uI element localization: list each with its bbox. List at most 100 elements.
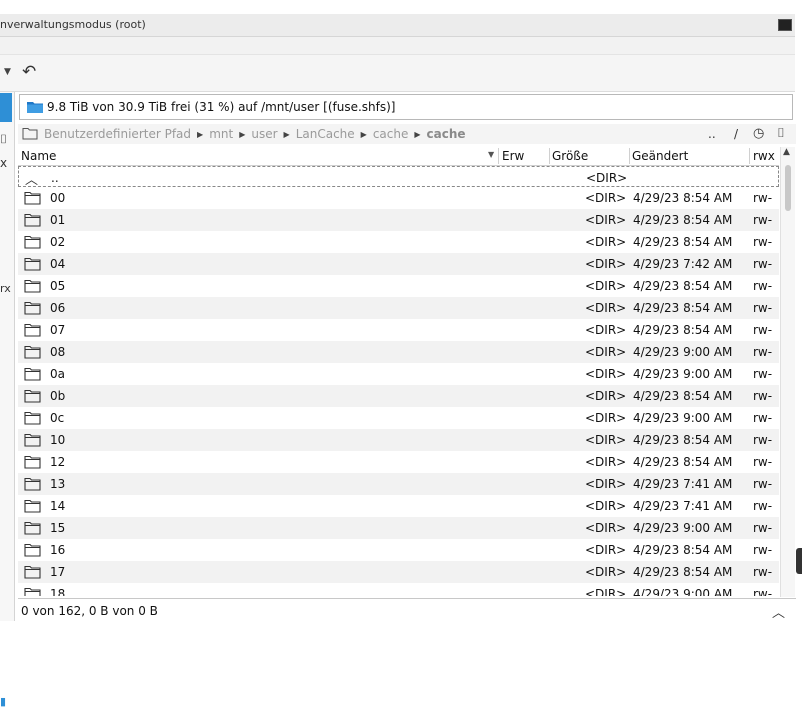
sort-desc-icon: ▼ <box>488 150 495 159</box>
selection-status: 0 von 162, 0 B von 0 B <box>21 604 158 618</box>
file-row[interactable]: 0c <DIR> 4/29/23 9:00 AM rw- <box>18 407 779 429</box>
column-separator[interactable] <box>629 148 630 164</box>
row-permissions: rw- <box>753 323 773 337</box>
file-row[interactable]: 17 <DIR> 4/29/23 8:54 AM rw- <box>18 561 779 583</box>
row-date: 4/29/23 8:54 AM <box>633 543 733 557</box>
folder-icon <box>24 389 41 403</box>
row-name: 10 <box>50 433 66 447</box>
row-permissions: rw- <box>753 257 773 271</box>
file-row[interactable]: 18 <DIR> 4/29/23 9:00 AM rw- <box>18 583 779 596</box>
column-separator[interactable] <box>749 148 750 164</box>
file-row[interactable]: 07 <DIR> 4/29/23 8:54 AM rw- <box>18 319 779 341</box>
folder-icon <box>24 235 41 249</box>
column-permissions[interactable]: rwx <box>753 149 775 163</box>
folder-icon <box>24 213 41 227</box>
breadcrumb-item[interactable]: mnt <box>209 127 233 141</box>
undo-icon[interactable]: ↶ <box>22 63 36 81</box>
row-size: <DIR> <box>585 301 627 315</box>
chevron-right-icon: ▶ <box>239 130 246 139</box>
dropdown-arrow-icon[interactable]: ▼ <box>4 67 11 77</box>
vertical-scrollbar[interactable]: ▲ <box>780 147 795 597</box>
side-handle[interactable] <box>796 548 802 574</box>
breadcrumb-item[interactable]: Benutzerdefinierter Pfad <box>44 127 191 141</box>
file-row[interactable]: 05 <DIR> 4/29/23 8:54 AM rw- <box>18 275 779 297</box>
row-date: 4/29/23 8:54 AM <box>633 301 733 315</box>
maximize-button[interactable] <box>778 19 792 31</box>
row-date: 4/29/23 8:54 AM <box>633 279 733 293</box>
free-space-text: 9.8 TiB von 30.9 TiB frei (31 %) auf /mn… <box>47 100 396 114</box>
row-name: .. <box>51 171 59 185</box>
row-size: <DIR> <box>585 213 627 227</box>
row-name: 18 <box>50 587 66 596</box>
bookmark-icon[interactable]: ⌷ <box>777 126 785 141</box>
breadcrumb-item[interactable]: cache <box>427 127 466 141</box>
row-size: <DIR> <box>585 565 627 579</box>
location-bar[interactable]: 9.8 TiB von 30.9 TiB frei (31 %) auf /mn… <box>19 94 793 120</box>
status-bar: 0 von 162, 0 B von 0 B ︿ <box>18 598 796 622</box>
row-size: <DIR> <box>585 257 627 271</box>
row-permissions: rw- <box>753 455 773 469</box>
parent-directory-row[interactable]: ︿ .. <DIR> <box>18 166 779 188</box>
scroll-up-icon[interactable]: ▲ <box>783 147 790 157</box>
folder-icon <box>22 128 38 140</box>
breadcrumb-item[interactable]: user <box>251 127 277 141</box>
column-name[interactable]: Name <box>21 149 56 163</box>
go-root-button[interactable]: / <box>734 127 738 141</box>
row-permissions: rw- <box>753 521 773 535</box>
row-name: 05 <box>50 279 66 293</box>
file-row[interactable]: 10 <DIR> 4/29/23 8:54 AM rw- <box>18 429 779 451</box>
column-size[interactable]: Größe <box>552 149 588 163</box>
row-name: 13 <box>50 477 66 491</box>
go-up-button[interactable]: .. <box>708 127 716 141</box>
folder-icon <box>24 301 41 315</box>
row-permissions: rw- <box>753 301 773 315</box>
column-modified[interactable]: Geändert <box>632 149 688 163</box>
row-name: 02 <box>50 235 66 249</box>
row-name: 12 <box>50 455 66 469</box>
row-size: <DIR> <box>585 235 627 249</box>
row-size: <DIR> <box>585 499 627 513</box>
file-row[interactable]: 00 <DIR> 4/29/23 8:54 AM rw- <box>18 187 779 209</box>
row-permissions: rw- <box>753 433 773 447</box>
folder-icon <box>24 191 41 205</box>
column-header: Name ▼ Erw Größe Geändert rwx <box>18 147 779 166</box>
file-row[interactable]: 0b <DIR> 4/29/23 8:54 AM rw- <box>18 385 779 407</box>
file-row[interactable]: 01 <DIR> 4/29/23 8:54 AM rw- <box>18 209 779 231</box>
row-size: <DIR> <box>585 521 627 535</box>
row-permissions: rw- <box>753 477 773 491</box>
column-separator[interactable] <box>549 148 550 164</box>
row-name: 08 <box>50 345 66 359</box>
file-row[interactable]: 14 <DIR> 4/29/23 7:41 AM rw- <box>18 495 779 517</box>
column-separator[interactable] <box>498 148 499 164</box>
left-panel-location-bar[interactable] <box>0 93 12 122</box>
column-extension[interactable]: Erw <box>502 149 524 163</box>
breadcrumb-item[interactable]: LanCache <box>296 127 355 141</box>
file-row[interactable]: 16 <DIR> 4/29/23 8:54 AM rw- <box>18 539 779 561</box>
row-size: <DIR> <box>585 477 627 491</box>
window-title: nverwaltungsmodus (root) <box>0 18 146 31</box>
row-date: 4/29/23 9:00 AM <box>633 411 733 425</box>
row-date: 4/29/23 9:00 AM <box>633 587 733 596</box>
file-row[interactable]: 15 <DIR> 4/29/23 9:00 AM rw- <box>18 517 779 539</box>
row-date: 4/29/23 8:54 AM <box>633 565 733 579</box>
breadcrumb-item[interactable]: cache <box>373 127 409 141</box>
row-permissions: rw- <box>753 345 773 359</box>
file-row[interactable]: 12 <DIR> 4/29/23 8:54 AM rw- <box>18 451 779 473</box>
row-size: <DIR> <box>586 171 628 185</box>
file-row[interactable]: 13 <DIR> 4/29/23 7:41 AM rw- <box>18 473 779 495</box>
file-row[interactable]: 0a <DIR> 4/29/23 9:00 AM rw- <box>18 363 779 385</box>
file-row[interactable]: 06 <DIR> 4/29/23 8:54 AM rw- <box>18 297 779 319</box>
history-icon[interactable]: ◷ <box>753 126 764 141</box>
chevron-up-icon[interactable]: ︿ <box>772 602 785 621</box>
folder-icon <box>24 543 41 557</box>
bookmark-icon[interactable]: ⌷ <box>0 132 7 147</box>
row-name: 17 <box>50 565 66 579</box>
file-row[interactable]: 08 <DIR> 4/29/23 9:00 AM rw- <box>18 341 779 363</box>
folder-icon <box>27 102 43 113</box>
row-size: <DIR> <box>585 411 627 425</box>
file-row[interactable]: 04 <DIR> 4/29/23 7:42 AM rw- <box>18 253 779 275</box>
file-row[interactable]: 02 <DIR> 4/29/23 8:54 AM rw- <box>18 231 779 253</box>
breadcrumb-items: Benutzerdefinierter Pfad ▶ mnt ▶ user ▶ LanCac… <box>44 127 466 141</box>
folder-icon <box>24 279 41 293</box>
scrollbar-thumb[interactable] <box>785 165 791 211</box>
